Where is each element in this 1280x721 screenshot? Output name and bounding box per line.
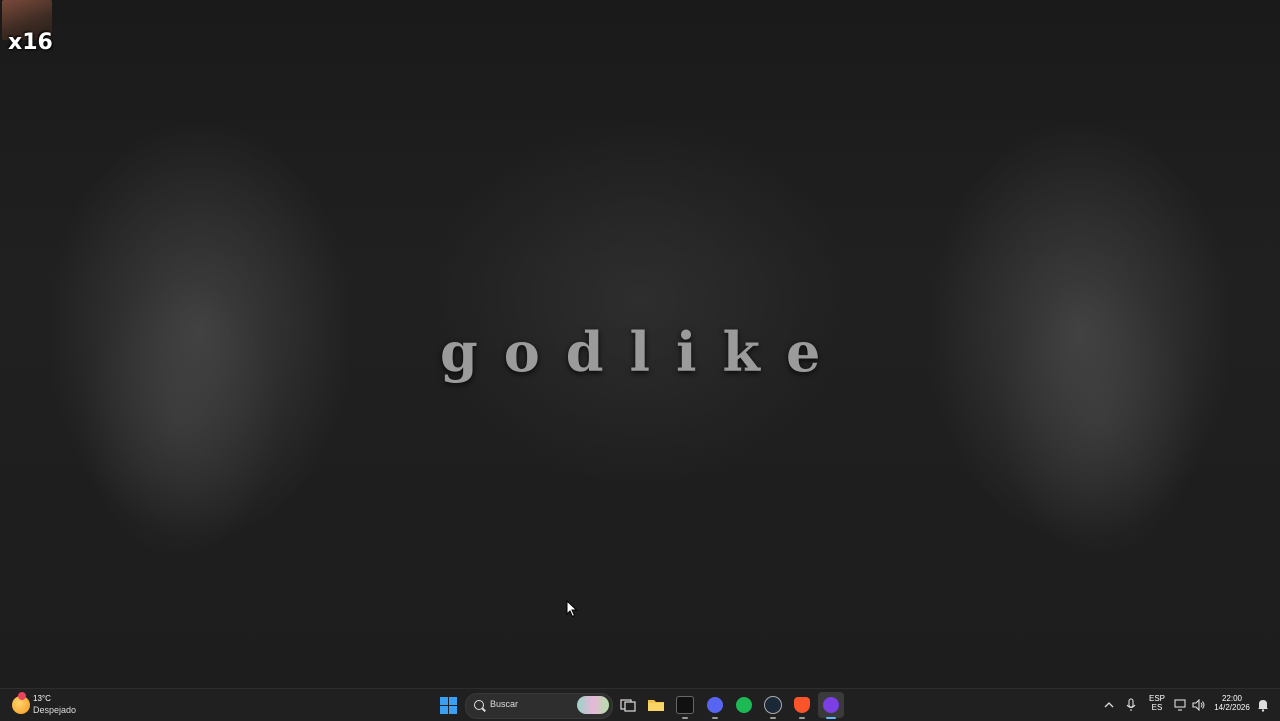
spotify-button[interactable] [731, 692, 757, 718]
language-indicator[interactable]: ESP ES [1145, 694, 1169, 712]
start-button[interactable] [435, 692, 461, 718]
volume-button[interactable] [1190, 692, 1208, 718]
search-highlight-icon [577, 696, 609, 714]
wallpaper-title: godlike [440, 320, 847, 384]
notifications-button[interactable] [1254, 692, 1272, 718]
shortcut-label: x16 [8, 30, 53, 55]
weather-temperature: 13°C [33, 694, 51, 703]
discord-icon [707, 697, 723, 713]
folder-icon [648, 700, 664, 711]
sun-icon [12, 692, 30, 714]
search-box[interactable]: Buscar [465, 693, 613, 719]
microphone-icon [1126, 698, 1136, 711]
clock-date: 14/2/2026 [1214, 703, 1250, 712]
steam-icon [764, 696, 782, 714]
network-icon [1174, 699, 1186, 711]
task-view-button[interactable] [615, 692, 641, 718]
chevron-up-icon [1104, 702, 1114, 708]
weather-condition: Despejado [33, 705, 77, 715]
show-hidden-icons-button[interactable] [1100, 692, 1118, 718]
spotify-icon [736, 697, 752, 713]
keyboard-layout: ES [1151, 703, 1163, 712]
brave-icon [794, 697, 810, 713]
chillfy-app-button[interactable] [672, 692, 698, 719]
desktop-shortcut[interactable]: x16 [2, 0, 53, 58]
clock[interactable]: 22:00 14/2/2026 [1210, 694, 1254, 712]
speaker-icon [1192, 699, 1205, 711]
microphone-button[interactable] [1122, 692, 1140, 718]
steam-button[interactable] [760, 692, 786, 719]
brave-button[interactable] [789, 692, 815, 719]
notification-bell-icon [1258, 700, 1268, 712]
clock-time: 22:00 [1221, 694, 1243, 703]
discord-button[interactable] [702, 692, 728, 719]
language-code: ESP [1148, 694, 1165, 703]
task-view-icon [620, 699, 636, 712]
taskbar: 13°C Despejado Buscar ESP ES 22:00 14/2/… [0, 688, 1280, 721]
app-icon [676, 696, 694, 714]
obs-button[interactable] [818, 692, 844, 719]
network-button[interactable] [1172, 692, 1190, 718]
windows-logo-icon [439, 696, 457, 714]
obs-icon [823, 697, 839, 713]
desktop-wallpaper: godlike [0, 0, 1280, 688]
search-icon [474, 700, 484, 710]
search-placeholder: Buscar [490, 699, 519, 709]
file-explorer-button[interactable] [643, 692, 669, 718]
